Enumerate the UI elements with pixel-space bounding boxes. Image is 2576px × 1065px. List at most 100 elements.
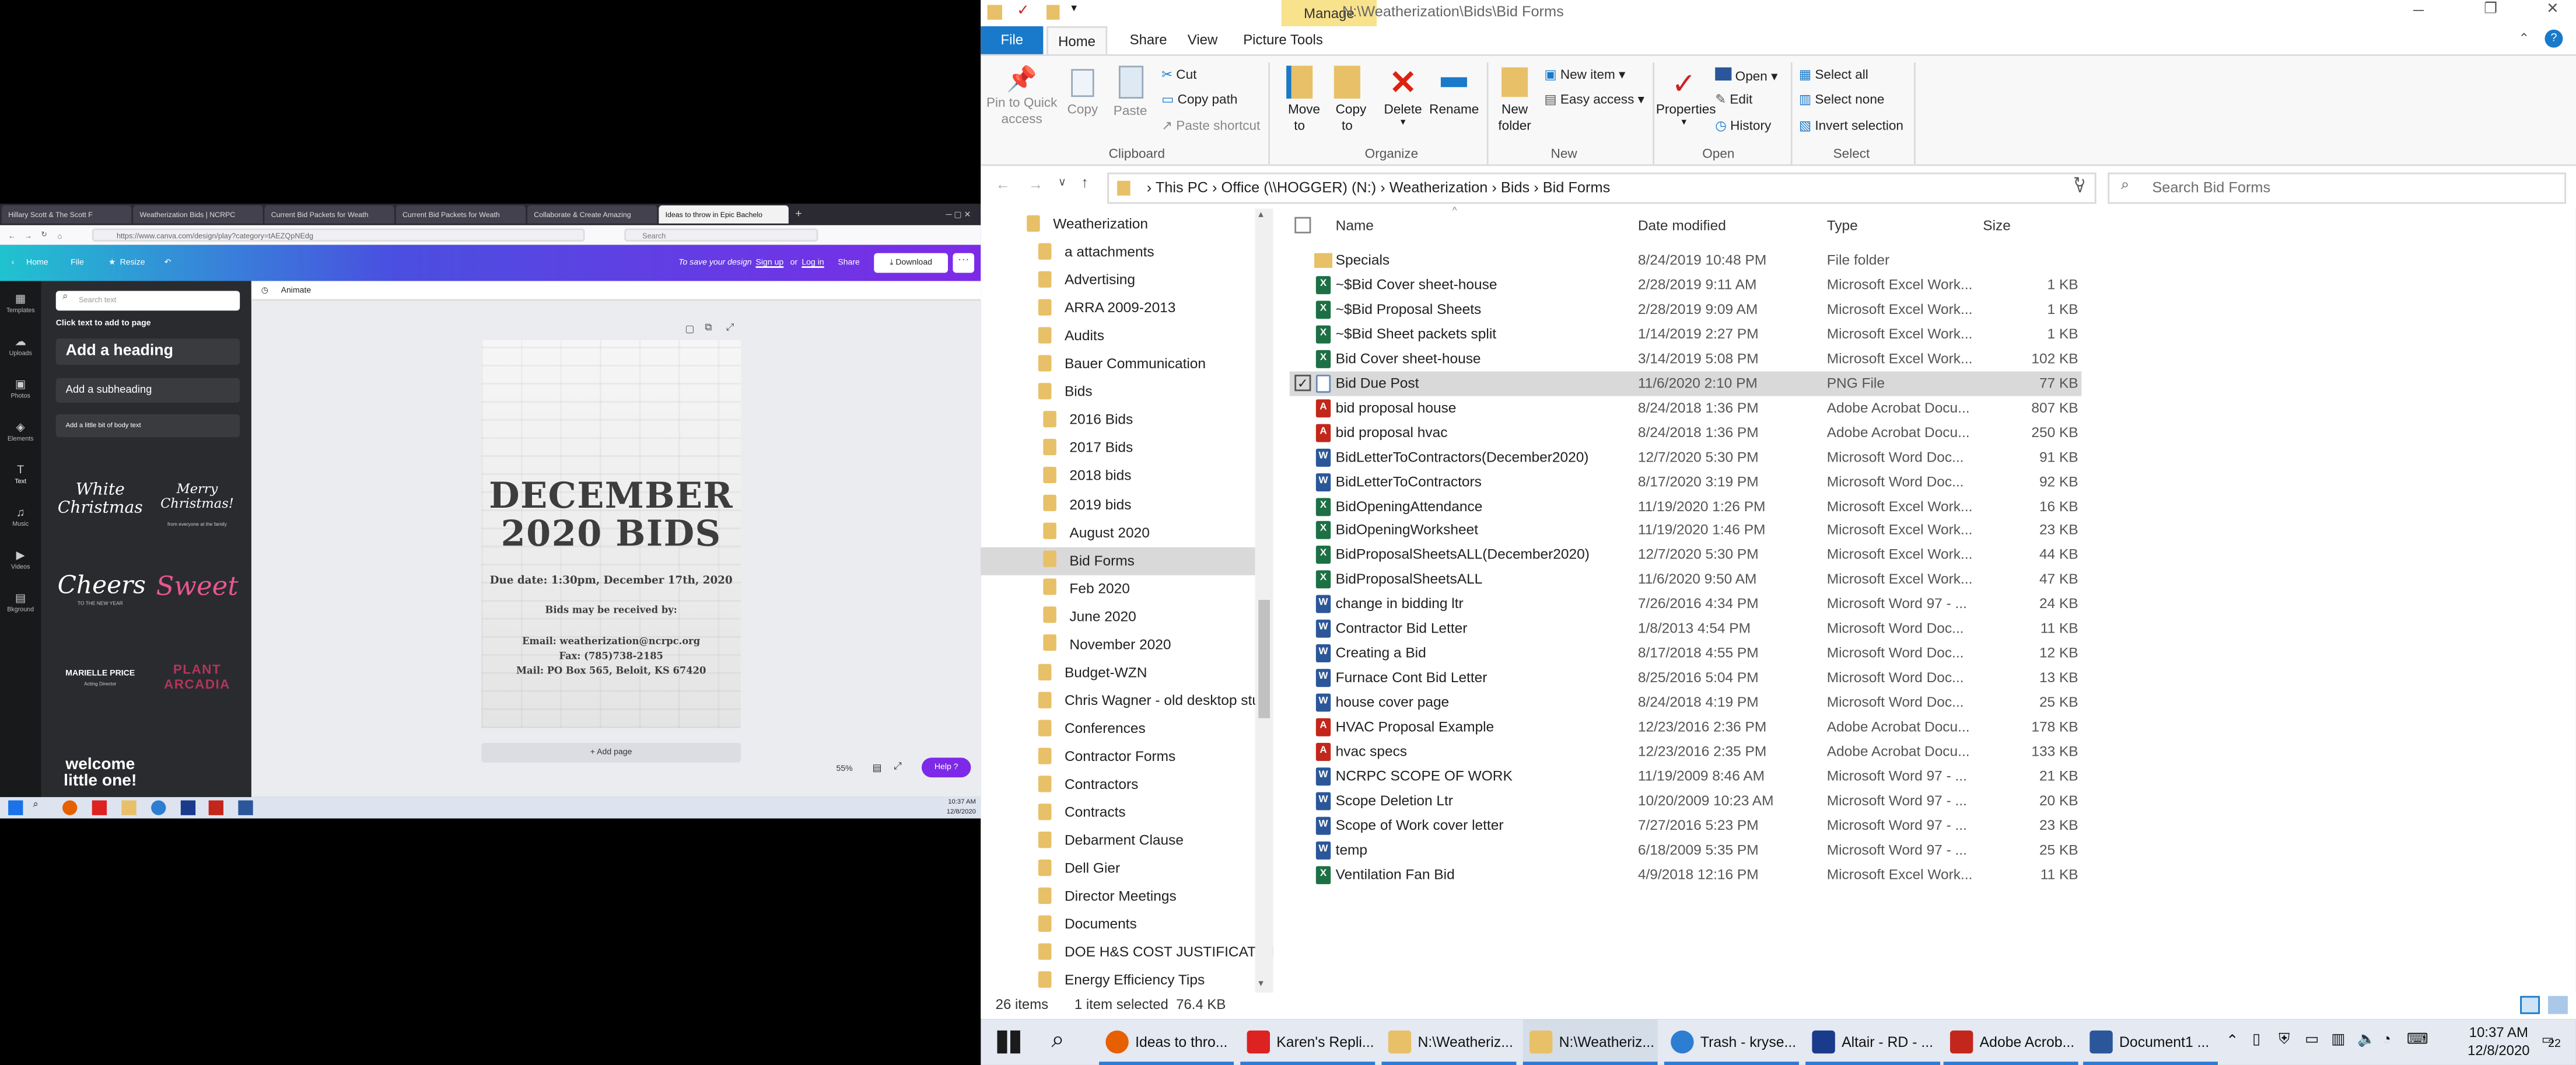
up-icon[interactable]: ↑ — [1081, 174, 1088, 191]
add-page-button[interactable]: + Add page — [481, 742, 741, 763]
taskbar-app-explorer-1[interactable]: N:\Weatheriz... — [1381, 1019, 1517, 1065]
file-row[interactable]: X Ventilation Fan Bid 4/9/2018 12:16 PM Mic… — [1290, 863, 2081, 887]
forward-icon[interactable]: → — [1028, 176, 1043, 192]
browser-tab[interactable]: Current Bid Packets for Weath — [396, 205, 526, 224]
usb-icon[interactable]: ▯ — [2252, 1031, 2260, 1049]
minimize-button[interactable]: ─ — [2413, 2, 2424, 18]
nav-item[interactable]: Audits — [981, 323, 1255, 351]
taskbar-app-word[interactable]: Document1 ... — [2083, 1019, 2218, 1065]
file-row[interactable]: ✓ Bid Due Post 11/6/2020 2:10 PM PNG File 77… — [1289, 371, 2082, 396]
breadcrumb-office-drive[interactable]: Office (\\HOGGER) (N:) — [1222, 179, 1377, 195]
add-body-text-button[interactable]: Add a little bit of body text — [55, 414, 240, 438]
thunderbird-icon[interactable] — [151, 800, 166, 815]
browser-tab[interactable]: Collaborate & Create Amazing — [527, 205, 657, 224]
file-row[interactable]: W Furnace Cont Bid Letter 8/25/2016 5:04 P… — [1290, 666, 2081, 690]
text-search-input[interactable]: Search text — [55, 291, 240, 311]
nav-item[interactable]: Chris Wagner - old desktop stuff — [981, 687, 1268, 715]
poster-fax[interactable]: Fax: (785)738-2185 — [481, 652, 741, 662]
move-to-button[interactable]: Move to — [1280, 65, 1320, 135]
search-icon[interactable]: ⌕ — [1051, 1025, 1064, 1053]
rail-music[interactable]: ♫ Music — [0, 508, 41, 528]
fullscreen-icon[interactable]: ⤢ — [894, 763, 902, 774]
duplicate-page-icon[interactable]: ⧉ — [705, 324, 712, 336]
edit-button[interactable]: ✎ Edit — [1715, 92, 1752, 107]
breadcrumb-weatherization[interactable]: Weatherization — [1390, 179, 1488, 195]
file-row[interactable]: Abid proposal house 8/24/2018 1:36 PM Adob… — [1290, 396, 2081, 420]
rail-photos[interactable]: ▣ Photos — [0, 380, 41, 400]
nav-item[interactable]: ARRA 2009-2013 — [981, 295, 1255, 323]
forward-icon[interactable]: → — [24, 231, 32, 239]
file-row[interactable]: Specials 8/24/2019 10:48 PM File folder — [1290, 248, 2081, 273]
rename-button[interactable]: Rename — [1429, 66, 1479, 117]
history-button[interactable]: ◷ History — [1715, 118, 1771, 133]
breadcrumb-bids[interactable]: Bids — [1501, 179, 1530, 195]
reload-icon[interactable]: ↻ — [41, 230, 47, 240]
new-folder-quick-icon[interactable] — [1046, 5, 1060, 20]
signup-link[interactable]: Sign up — [755, 245, 783, 281]
nav-item[interactable]: Bid Forms — [981, 546, 1255, 575]
file-row[interactable]: X BidOpeningAttendance 11/19/2020 1:26 PM M… — [1290, 494, 2081, 518]
customize-quick-access-icon[interactable]: ▾ — [1071, 2, 1077, 15]
open-button[interactable]: Open ▾ — [1715, 67, 1777, 84]
download-button[interactable]: ⤓ Download — [874, 253, 949, 273]
poster-title-line1[interactable]: DECEMBER — [481, 479, 741, 516]
poster-received-by[interactable]: Bids may be received by: — [481, 606, 741, 616]
file-row[interactable]: W Contractor Bid Letter 1/8/2013 4:54 PM Mi… — [1290, 617, 2081, 641]
scroll-up-arrow[interactable]: ▴ — [1258, 209, 1263, 220]
browser-tab[interactable]: Current Bid Packets for Weath — [264, 205, 394, 224]
animate-button[interactable]: Animate — [281, 286, 312, 296]
pin-quick-access-button[interactable]: 📌 Pin to Quick access — [984, 66, 1060, 128]
scroll-down-arrow[interactable]: ▾ — [1258, 978, 1263, 990]
altair-icon[interactable] — [180, 800, 196, 815]
add-page-icon[interactable]: ⤢ — [726, 324, 734, 336]
details-view-icon[interactable] — [2520, 996, 2540, 1014]
select-all-button[interactable]: ▦ Select all — [1799, 67, 1868, 82]
add-heading-button[interactable]: Add a heading — [55, 338, 240, 365]
tab-share[interactable]: Share — [1119, 26, 1178, 54]
nav-item[interactable]: Feb 2020 — [981, 575, 1255, 603]
nav-item[interactable]: a attachments — [981, 238, 1255, 266]
nav-item[interactable]: Director Meetings — [981, 883, 1255, 911]
file-row[interactable]: X BidProposalSheetsALL(December2020) 12/7/… — [1290, 543, 2081, 567]
sample-merry-christmas[interactable]: Merry Christmas! — [156, 481, 239, 511]
nav-item[interactable]: Documents — [981, 911, 1255, 939]
tab-home[interactable]: Home — [1046, 26, 1108, 54]
collapse-ribbon-icon[interactable]: ⌃ — [2518, 32, 2529, 46]
nav-item[interactable]: 2019 bids — [981, 491, 1255, 519]
rail-background[interactable]: ▤ Bkground — [0, 593, 41, 613]
nav-item[interactable]: Bids — [981, 379, 1255, 407]
rail-text[interactable]: T Text — [0, 465, 41, 485]
file-row[interactable]: X BidOpeningWorksheet 11/19/2020 1:46 PM Mi… — [1290, 518, 2081, 543]
file-row[interactable]: W BidLetterToContractors 8/17/2020 3:19 PM… — [1290, 469, 2081, 494]
file-row[interactable]: W NCRPC SCOPE OF WORK 11/19/2009 8:46 AM Mi… — [1290, 764, 2081, 788]
nav-item[interactable]: Contractors — [981, 771, 1255, 799]
file-row[interactable]: Whouse cover page 8/24/2018 4:19 PM Micros… — [1290, 690, 2081, 715]
nav-item[interactable]: November 2020 — [981, 631, 1255, 659]
nav-item[interactable]: DOE H&S COST JUSTIFICATION — [981, 939, 1273, 967]
invert-selection-button[interactable]: ▧ Invert selection — [1799, 118, 1903, 133]
paste-shortcut-button[interactable]: ↗ Paste shortcut — [1161, 118, 1260, 133]
tab-file[interactable]: File — [981, 26, 1044, 54]
file-row[interactable]: W Scope of Work cover letter 7/27/2016 5:2… — [1290, 813, 2081, 838]
nav-item[interactable]: 2018 bids — [981, 463, 1255, 491]
refresh-icon[interactable]: ↻ — [2073, 174, 2085, 193]
sample-sweet[interactable]: Sweet — [156, 570, 239, 602]
sample-welcome[interactable]: welcome little one! — [58, 757, 143, 790]
network-icon[interactable]: ▥ — [2331, 1031, 2345, 1049]
word-icon[interactable] — [238, 800, 253, 815]
nav-item[interactable]: Energy Efficiency Tips — [981, 967, 1255, 993]
security-icon[interactable]: ⛨ — [2278, 1031, 2290, 1049]
nav-item[interactable]: Advertising — [981, 267, 1255, 295]
copy-to-button[interactable]: Copy to — [1328, 65, 1367, 135]
paste-button[interactable]: Paste — [1111, 65, 1150, 118]
help-button[interactable]: Help ? — [921, 757, 971, 778]
nav-item[interactable]: Budget-WZN — [981, 659, 1255, 687]
taskbar-app-explorer-2[interactable]: N:\Weatheriz... — [1522, 1019, 1658, 1065]
breadcrumb-bid-forms[interactable]: Bid Forms — [1543, 179, 1611, 195]
browser-search-box[interactable]: Search — [624, 228, 818, 242]
nav-item[interactable]: August 2020 — [981, 519, 1255, 547]
copy-button[interactable]: Copy — [1063, 66, 1102, 117]
easy-access-button[interactable]: ▤ Easy access ▾ — [1544, 92, 1644, 107]
file-row[interactable]: W BidLetterToContractors(December2020) 12/… — [1290, 445, 2081, 469]
taskbar-app-thunderbird[interactable]: Trash - kryse... — [1664, 1019, 1799, 1065]
